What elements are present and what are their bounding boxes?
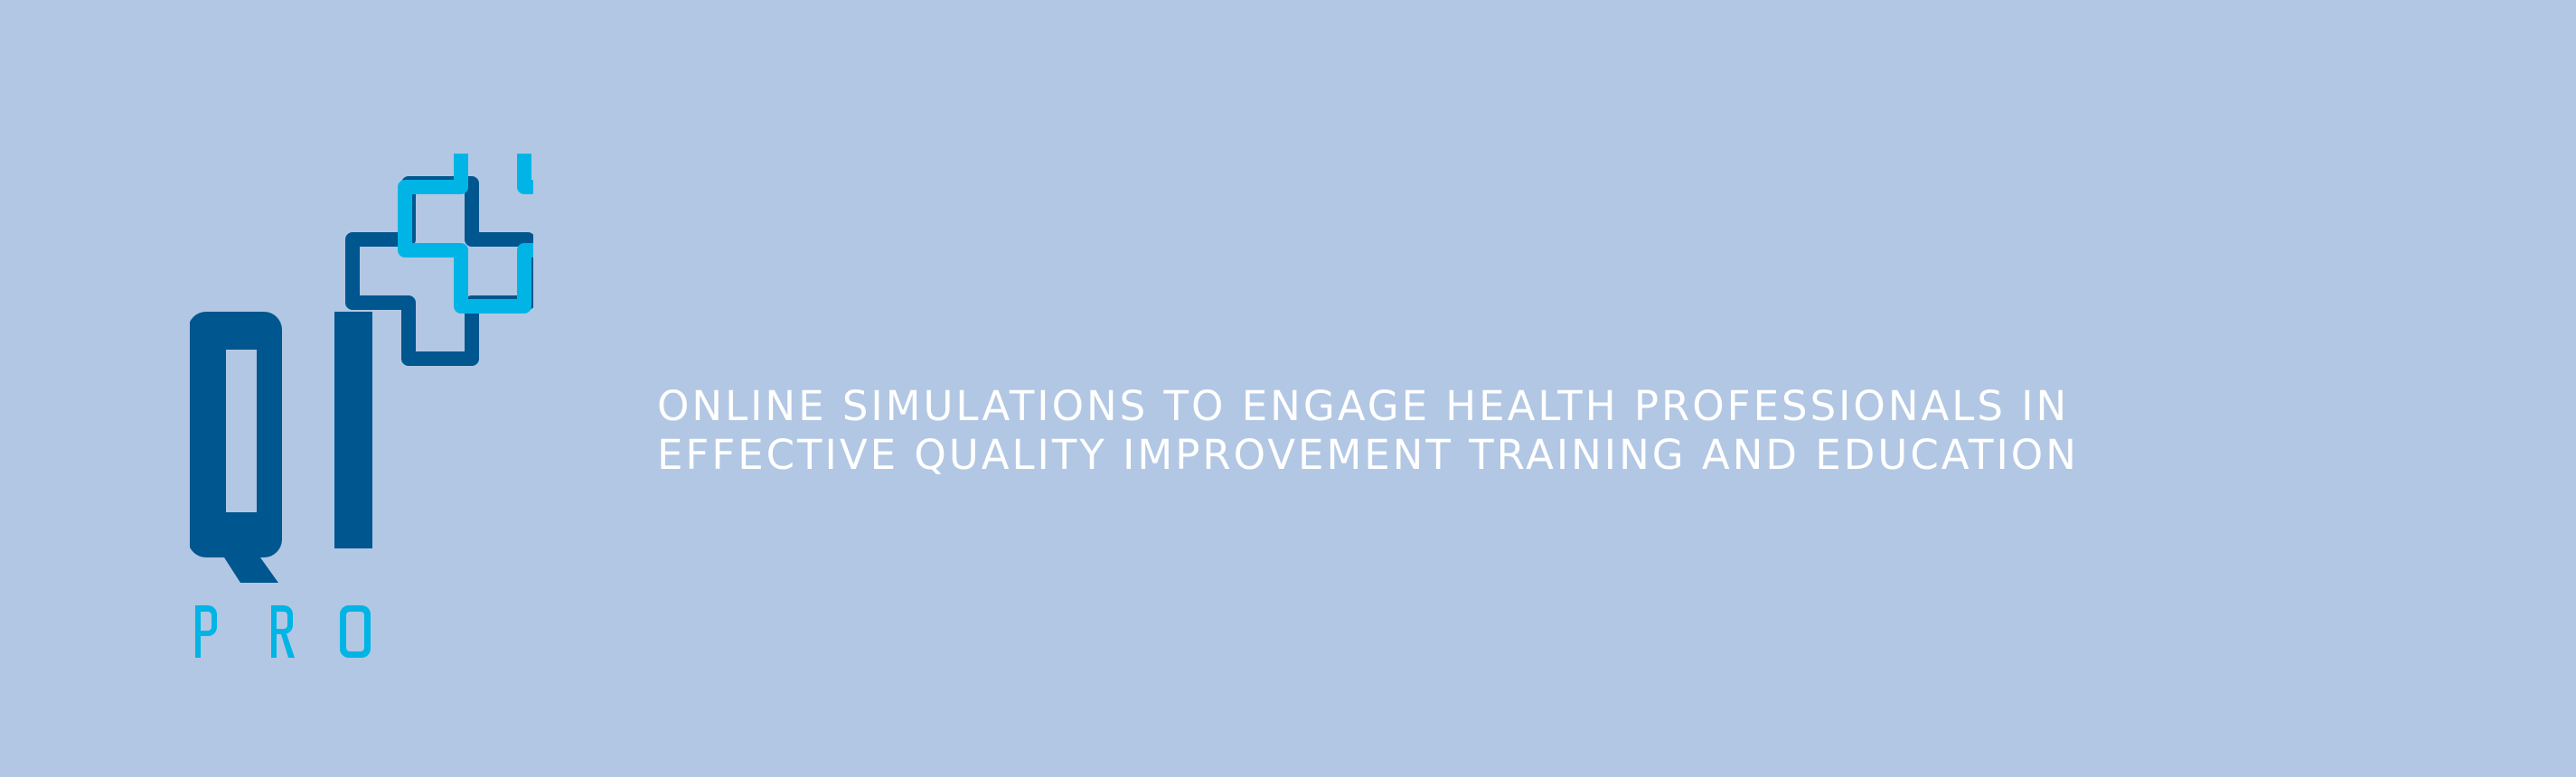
q-letter <box>190 312 282 583</box>
tagline-line-2: EFFECTIVE QUALITY IMPROVEMENT TRAINING A… <box>657 431 2079 479</box>
medical-cross-logo-icon <box>190 154 533 658</box>
banner: ONLINE SIMULATIONS TO ENGAGE HEALTH PROF… <box>0 0 2576 777</box>
cross-dark-icon <box>345 176 533 366</box>
qi-pro-logo <box>190 154 533 669</box>
i-letter <box>334 312 372 548</box>
pro-wordmark <box>195 605 371 658</box>
tagline-line-1: ONLINE SIMULATIONS TO ENGAGE HEALTH PROF… <box>657 382 2070 430</box>
tagline: ONLINE SIMULATIONS TO ENGAGE HEALTH PROF… <box>657 382 2420 480</box>
